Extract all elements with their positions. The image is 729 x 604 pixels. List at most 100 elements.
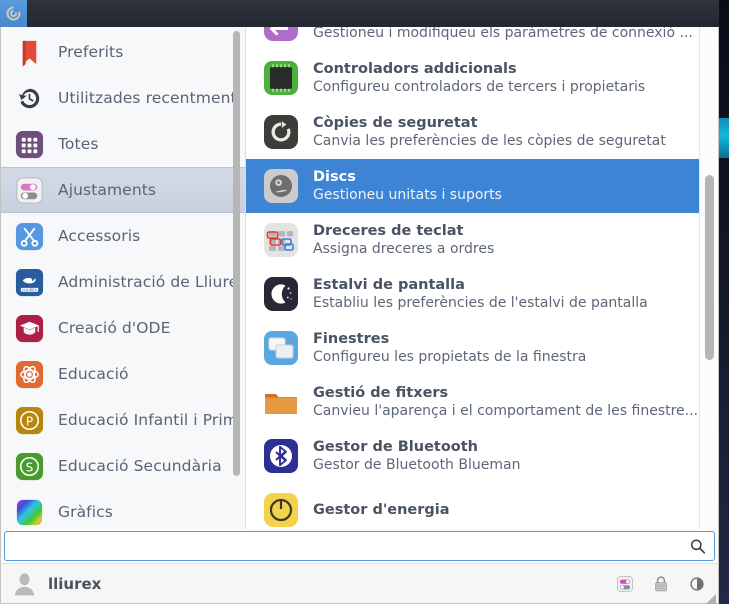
sidebar-item-administracio-de-lliurex[interactable]: LLIUREX Administració de LliureX <box>1 259 245 305</box>
list-item-desc: Configureu controladors de tercers i pro… <box>313 78 645 96</box>
list-item[interactable]: Gestor d'energia <box>246 483 718 529</box>
list-item[interactable]: Dreceres de teclat Assigna dreceres a or… <box>246 213 718 267</box>
list-item-title: Estalvi de pantalla <box>313 276 648 294</box>
lock-screen-button[interactable] <box>648 571 674 597</box>
list-item[interactable]: Còpies de seguretat Canvia les preferènc… <box>246 105 718 159</box>
list-item-desc: Assigna dreceres a ordres <box>313 240 494 258</box>
sidebar-item-label: Educació <box>58 365 129 383</box>
letter-s-icon: S <box>14 451 45 482</box>
desktop-panel <box>0 0 719 27</box>
history-icon <box>14 83 45 114</box>
list-item-title: Gestor d'energia <box>313 501 450 519</box>
list-item[interactable]: Gestor de Bluetooth Gestor de Bluetooth … <box>246 429 718 483</box>
applist-scrollbar-thumb[interactable] <box>705 175 714 360</box>
disk-drive-icon <box>261 166 301 206</box>
sidebar-item-totes[interactable]: Totes <box>1 121 245 167</box>
grid-apps-icon <box>14 129 45 160</box>
sidebar-item-educacio-secundaria[interactable]: S Educació Secundària <box>1 443 245 489</box>
settings-toggle-icon <box>14 175 45 206</box>
sidebar-item-label: Educació Infantil i Primària <box>58 411 235 429</box>
scissors-icon <box>14 221 45 252</box>
window-resize-grip[interactable] <box>704 589 716 601</box>
applist-scrollbar[interactable] <box>699 23 718 529</box>
list-item[interactable]: Estalvi de pantalla Establiu les preferè… <box>246 267 718 321</box>
search-box[interactable] <box>4 531 715 561</box>
backup-icon <box>261 112 301 152</box>
list-item-text: Discs Gestioneu unitats i suports <box>313 168 502 204</box>
list-item-desc: Canvieu l'aparença i el comportament de … <box>313 402 698 420</box>
moon-screensaver-icon <box>261 274 301 314</box>
drivers-chip-icon <box>261 58 301 98</box>
list-item-text: Gestor d'energia <box>313 501 450 519</box>
letter-p-icon: P <box>14 405 45 436</box>
sidebar-item-label: Totes <box>58 135 99 153</box>
category-list: Preferits Utilitzades recentment <box>1 23 245 529</box>
list-item-text: Gestió de fitxers Canvieu l'aparença i e… <box>313 384 698 420</box>
list-item-text: Còpies de seguretat Canvia les preferènc… <box>313 114 666 150</box>
sidebar-item-label: Gràfics <box>58 503 113 521</box>
category-sidebar[interactable]: Preferits Utilitzades recentment <box>1 23 246 529</box>
search-row <box>1 529 718 563</box>
list-item-title: Gestió de fitxers <box>313 384 698 402</box>
list-item[interactable]: Connexions de xarxa Gestioneu i modifiqu… <box>246 23 718 51</box>
keyboard-shortcuts-icon <box>261 220 301 260</box>
list-item-title: Dreceres de teclat <box>313 222 494 240</box>
application-list-panel[interactable]: Connexions de xarxa Gestioneu i modifiqu… <box>246 23 718 529</box>
list-item-text: Controladors addicionals Configureu cont… <box>313 60 645 96</box>
bluetooth-icon <box>261 436 301 476</box>
padlock-icon <box>651 574 671 594</box>
sidebar-item-ajustaments[interactable]: Ajustaments <box>1 167 245 213</box>
list-item-title: Controladors addicionals <box>313 60 645 78</box>
sidebar-item-label: Educació Secundària <box>58 457 222 475</box>
panel-applications-launcher-button[interactable] <box>0 0 27 27</box>
list-item-text: Finestres Configureu les propietats de l… <box>313 330 586 366</box>
sidebar-scrollbar-thumb[interactable] <box>233 31 240 476</box>
lliurex-logo-icon: LLIUREX <box>14 267 45 298</box>
list-item[interactable]: Controladors addicionals Configureu cont… <box>246 51 718 105</box>
sidebar-item-accessoris[interactable]: Accessoris <box>1 213 245 259</box>
username-label: lliurex <box>48 575 101 593</box>
rainbow-palette-icon <box>14 497 45 528</box>
atom-icon <box>14 359 45 390</box>
list-item-selected[interactable]: Discs Gestioneu unitats i suports <box>246 159 718 213</box>
settings-manager-button[interactable] <box>612 571 638 597</box>
list-item-text: Dreceres de teclat Assigna dreceres a or… <box>313 222 494 258</box>
user-avatar-icon <box>11 570 38 597</box>
folder-icon <box>261 382 301 422</box>
sidebar-item-label: Preferits <box>58 43 123 61</box>
list-item[interactable]: Gestió de fitxers Canvieu l'aparença i e… <box>246 375 718 429</box>
list-item-desc: Gestor de Bluetooth Blueman <box>313 456 520 474</box>
list-item-title: Gestor de Bluetooth <box>313 438 520 456</box>
search-icon[interactable] <box>689 538 706 555</box>
sidebar-item-utilitzades-recentment[interactable]: Utilitzades recentment <box>1 75 245 121</box>
sidebar-item-label: Ajustaments <box>58 181 156 199</box>
svg-text:S: S <box>26 460 34 474</box>
sidebar-item-preferits[interactable]: Preferits <box>1 29 245 75</box>
sidebar-item-label: Creació d'ODE <box>58 319 170 337</box>
application-menu-window: Preferits Utilitzades recentment <box>0 22 719 604</box>
list-item-desc: Establiu les preferències de l'estalvi d… <box>313 294 648 312</box>
sidebar-item-creacio-d-ode[interactable]: Creació d'ODE <box>1 305 245 351</box>
sidebar-item-educacio-infantil-i-primaria[interactable]: P Educació Infantil i Primària <box>1 397 245 443</box>
sidebar-item-label: Accessoris <box>58 227 140 245</box>
sidebar-scrollbar[interactable] <box>233 31 240 491</box>
menu-body: Preferits Utilitzades recentment <box>1 23 718 529</box>
power-manager-icon <box>261 490 301 529</box>
status-row: lliurex <box>1 563 718 603</box>
list-item-desc: Configureu les propietats de la finestra <box>313 348 586 366</box>
list-item-title: Còpies de seguretat <box>313 114 666 132</box>
list-item-desc: Canvia les preferències de les còpies de… <box>313 132 666 150</box>
settings-toggle-icon <box>615 574 635 594</box>
list-item-title: Discs <box>313 168 502 186</box>
list-item-title: Finestres <box>313 330 586 348</box>
sidebar-item-grafics[interactable]: Gràfics <box>1 489 245 529</box>
list-item-text: Estalvi de pantalla Establiu les preferè… <box>313 276 648 312</box>
list-item[interactable]: Finestres Configureu les propietats de l… <box>246 321 718 375</box>
bookmark-icon <box>14 37 45 68</box>
svg-text:P: P <box>26 414 33 428</box>
application-list: Connexions de xarxa Gestioneu i modifiqu… <box>246 23 718 529</box>
sidebar-item-educacio[interactable]: Educació <box>1 351 245 397</box>
sidebar-item-label: Administració de LliureX <box>58 273 235 291</box>
search-input[interactable] <box>5 533 714 559</box>
svg-text:LLIUREX: LLIUREX <box>22 288 37 292</box>
